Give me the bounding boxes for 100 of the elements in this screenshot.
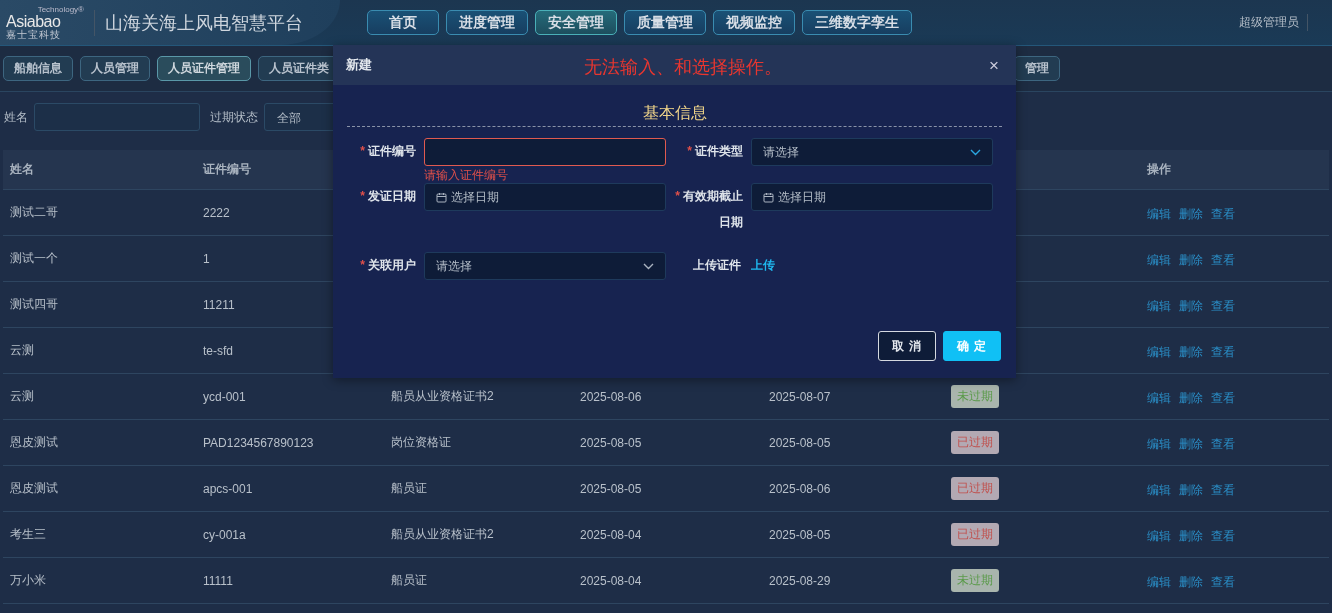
table-cell-text: 2025-08-05 xyxy=(579,435,642,450)
cancel-button[interactable]: 取 消 xyxy=(878,331,936,361)
table-cell-text: PAD1234567890123 xyxy=(202,435,314,450)
action-link[interactable]: 查看 xyxy=(1211,344,1235,361)
field-label: 上传证件 xyxy=(693,258,741,272)
chevron-down-icon xyxy=(643,262,654,270)
name-input-field[interactable] xyxy=(34,103,200,131)
table-cell-text: 岗位资格证 xyxy=(390,434,451,451)
sub-tab[interactable]: 船舶信息 xyxy=(3,56,73,81)
action-link[interactable]: 删除 xyxy=(1179,574,1203,591)
select-field[interactable]: 请选择 xyxy=(424,252,666,280)
table-cell-text: 2025-08-04 xyxy=(579,573,642,588)
table-cell-text: 云测 xyxy=(9,388,34,405)
user-name[interactable]: 超级管理员 xyxy=(1239,14,1308,31)
table-cell-text: 2025-08-05 xyxy=(768,527,831,542)
action-link[interactable]: 编辑 xyxy=(1147,298,1171,315)
action-link[interactable]: 编辑 xyxy=(1147,574,1171,591)
table-cell-text: 恩皮测试 xyxy=(9,434,58,451)
action-link[interactable]: 查看 xyxy=(1211,528,1235,545)
date-field[interactable]: 选择日期 xyxy=(751,183,993,211)
nav-tab[interactable]: 首页 xyxy=(367,10,439,35)
sub-tab[interactable]: 人员管理 xyxy=(80,56,150,81)
filter-label: 姓名 xyxy=(4,108,28,126)
status-tag: 已过期 xyxy=(951,523,999,546)
action-link[interactable]: 查看 xyxy=(1211,298,1235,315)
column-header: 操作 xyxy=(1146,161,1171,178)
table-cell-text: apcs-001 xyxy=(202,481,253,496)
table-cell-text: te-sfd xyxy=(202,343,233,358)
table-cell-text: 1 xyxy=(202,251,210,266)
action-link[interactable]: 编辑 xyxy=(1147,482,1171,499)
action-link[interactable]: 编辑 xyxy=(1147,206,1171,223)
field-label: * 证件类型 xyxy=(687,144,743,158)
table-cell-text: 船员证 xyxy=(390,480,427,497)
table-cell-text: 云测 xyxy=(9,342,34,359)
nav-tab[interactable]: 进度管理 xyxy=(446,10,528,35)
action-link[interactable]: 查看 xyxy=(1211,252,1235,269)
field-label: * 关联用户 xyxy=(360,258,416,272)
table-cell-text: 2025-08-29 xyxy=(768,573,831,588)
field-label: * 有效期截止日期 xyxy=(675,189,743,229)
confirm-button[interactable]: 确 定 xyxy=(943,331,1001,361)
column-header: 证件编号 xyxy=(202,161,251,178)
chevron-down-icon xyxy=(970,148,981,156)
nav-tab[interactable]: 三维数字孪生 xyxy=(802,10,912,35)
table-cell-text: 考生三 xyxy=(9,526,46,543)
table-cell-text: 船员从业资格证书2 xyxy=(390,388,494,405)
action-link[interactable]: 查看 xyxy=(1211,206,1235,223)
action-link[interactable]: 编辑 xyxy=(1147,436,1171,453)
close-button[interactable]: × xyxy=(985,56,1003,74)
upload-link[interactable]: 上传 xyxy=(751,258,775,272)
date-field[interactable]: 选择日期 xyxy=(424,183,666,211)
action-link[interactable]: 查看 xyxy=(1211,574,1235,591)
table-cell-text: 2025-08-05 xyxy=(579,481,642,496)
table-cell-text: 2025-08-06 xyxy=(768,481,831,496)
status-tag: 未过期 xyxy=(951,385,999,408)
action-link[interactable]: 删除 xyxy=(1179,252,1203,269)
action-link[interactable]: 查看 xyxy=(1211,436,1235,453)
platform-title: 山海关海上风电智慧平台 xyxy=(105,11,303,35)
status-tag: 未过期 xyxy=(951,569,999,592)
dialog-title: 新建 xyxy=(346,56,372,74)
section-title: 基本信息 xyxy=(347,103,1002,127)
select-field[interactable]: 请选择 xyxy=(751,138,993,166)
table-cell-text: 测试二哥 xyxy=(9,204,58,221)
table-cell-text: 11111 xyxy=(202,573,233,588)
action-link[interactable]: 删除 xyxy=(1179,344,1203,361)
column-header: 姓名 xyxy=(9,161,34,178)
sub-tab[interactable]: 人员证件管理 xyxy=(157,56,251,81)
sub-tab[interactable]: 管理 xyxy=(1014,56,1060,81)
table-cell-text: 测试四哥 xyxy=(9,296,58,313)
action-link[interactable]: 删除 xyxy=(1179,298,1203,315)
action-link[interactable]: 查看 xyxy=(1211,390,1235,407)
table-cell-text: 2025-08-05 xyxy=(768,435,831,450)
table-cell-text: 万小米 xyxy=(9,572,46,589)
action-link[interactable]: 查看 xyxy=(1211,482,1235,499)
table-cell-text: cy-001a xyxy=(202,527,246,542)
field-label: * 证件编号 xyxy=(360,144,416,158)
action-link[interactable]: 编辑 xyxy=(1147,528,1171,545)
company-logo: Technology® Asiabao 嘉士宝科技 xyxy=(6,5,84,40)
action-link[interactable]: 编辑 xyxy=(1147,344,1171,361)
action-link[interactable]: 删除 xyxy=(1179,482,1203,499)
action-link[interactable]: 删除 xyxy=(1179,436,1203,453)
table-cell-text: 11211 xyxy=(202,297,235,312)
action-link[interactable]: 删除 xyxy=(1179,390,1203,407)
field-label: * 发证日期 xyxy=(360,189,416,203)
nav-tab[interactable]: 视频监控 xyxy=(713,10,795,35)
status-tag: 已过期 xyxy=(951,431,999,454)
action-link[interactable]: 删除 xyxy=(1179,528,1203,545)
table-cell-text: 船员从业资格证书2 xyxy=(390,526,494,543)
calendar-icon xyxy=(763,191,774,203)
action-link[interactable]: 删除 xyxy=(1179,206,1203,223)
nav-tab[interactable]: 质量管理 xyxy=(624,10,706,35)
error-notice: 无法输入、和选择操作。 xyxy=(584,56,782,79)
status-tag: 已过期 xyxy=(951,477,999,500)
text-input-field[interactable] xyxy=(424,138,666,166)
action-link[interactable]: 编辑 xyxy=(1147,390,1171,407)
table-cell-text: 船员证 xyxy=(390,572,427,589)
action-link[interactable]: 编辑 xyxy=(1147,252,1171,269)
filter-label: 过期状态 xyxy=(210,108,258,126)
calendar-icon xyxy=(436,191,447,203)
nav-tab[interactable]: 安全管理 xyxy=(535,10,617,35)
table-cell-text: ycd-001 xyxy=(202,389,246,404)
